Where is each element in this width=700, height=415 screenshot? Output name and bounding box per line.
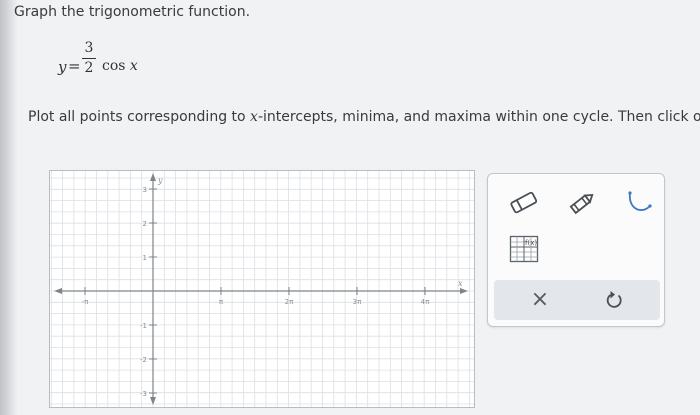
x-tick-label: -π xyxy=(82,298,90,306)
curve-tool-button[interactable] xyxy=(618,186,662,220)
x-axis-label: x xyxy=(458,279,463,288)
reset-button[interactable] xyxy=(592,283,636,317)
y-tick-label: 2 xyxy=(143,220,147,228)
equation-lhs: y xyxy=(58,58,67,76)
y-tick-label: -2 xyxy=(140,356,147,364)
coefficient-denominator: 2 xyxy=(84,60,94,76)
pencil-tool-button[interactable] xyxy=(560,186,604,220)
y-axis-arrow-up xyxy=(150,173,156,181)
y-axis-label: y xyxy=(157,176,163,185)
eraser-tool-button[interactable] xyxy=(502,186,546,220)
instruction-variable: x xyxy=(250,109,258,125)
graph-area[interactable]: x y -π π 2π 3π 4π 3 2 1 -1 -2 -3 xyxy=(49,170,475,408)
x-tick-label: 3π xyxy=(353,298,362,306)
x-axis-arrow-right xyxy=(460,288,468,294)
instruction-part-1: Plot all points corresponding to xyxy=(28,109,251,125)
function-variable: x xyxy=(129,58,138,74)
y-tick-label: -1 xyxy=(140,322,147,330)
clear-button[interactable]: × xyxy=(518,283,562,317)
table-grid-icon: f(x) xyxy=(509,235,539,263)
screen-edge-shadow xyxy=(0,0,18,415)
question-prompt: Graph the trigonometric function. xyxy=(14,4,251,20)
y-tick-label: 3 xyxy=(143,186,147,194)
grid-lines xyxy=(50,171,474,407)
pencil-icon xyxy=(569,193,594,215)
close-icon: × xyxy=(530,287,550,312)
graphing-tools-panel: f(x) × xyxy=(487,173,665,327)
y-tick-label: -3 xyxy=(140,390,147,398)
coefficient-numerator: 3 xyxy=(84,40,94,56)
eraser-icon xyxy=(510,191,538,214)
coordinate-grid[interactable]: x y -π π 2π 3π 4π321-1-2-3 xyxy=(50,171,474,407)
x-axis-arrow-left xyxy=(54,288,62,294)
tick-labels: -π π 2π 3π 4π321-1-2-3 xyxy=(82,186,430,398)
instruction-part-2: -intercepts, minima, and maxima within o… xyxy=(257,109,700,125)
x-axis: x xyxy=(54,279,468,294)
svg-text:f(x): f(x) xyxy=(525,239,537,247)
curve-tool-icon xyxy=(628,191,652,211)
table-tool-button[interactable]: f(x) xyxy=(502,232,546,266)
fraction-bar xyxy=(82,58,96,59)
undo-icon xyxy=(606,291,622,308)
equation-function: cos x xyxy=(102,58,138,74)
tool-footer-bar: × xyxy=(494,280,660,320)
equation-equals: = xyxy=(68,57,81,75)
equation-coefficient: 3 2 xyxy=(82,40,96,77)
y-tick-label: 1 xyxy=(143,254,147,262)
x-tick-label: 4π xyxy=(421,298,430,306)
instruction-text: Plot all points corresponding to x-inter… xyxy=(28,109,700,125)
x-tick-label: 2π xyxy=(285,298,294,306)
function-name: cos xyxy=(102,58,126,74)
